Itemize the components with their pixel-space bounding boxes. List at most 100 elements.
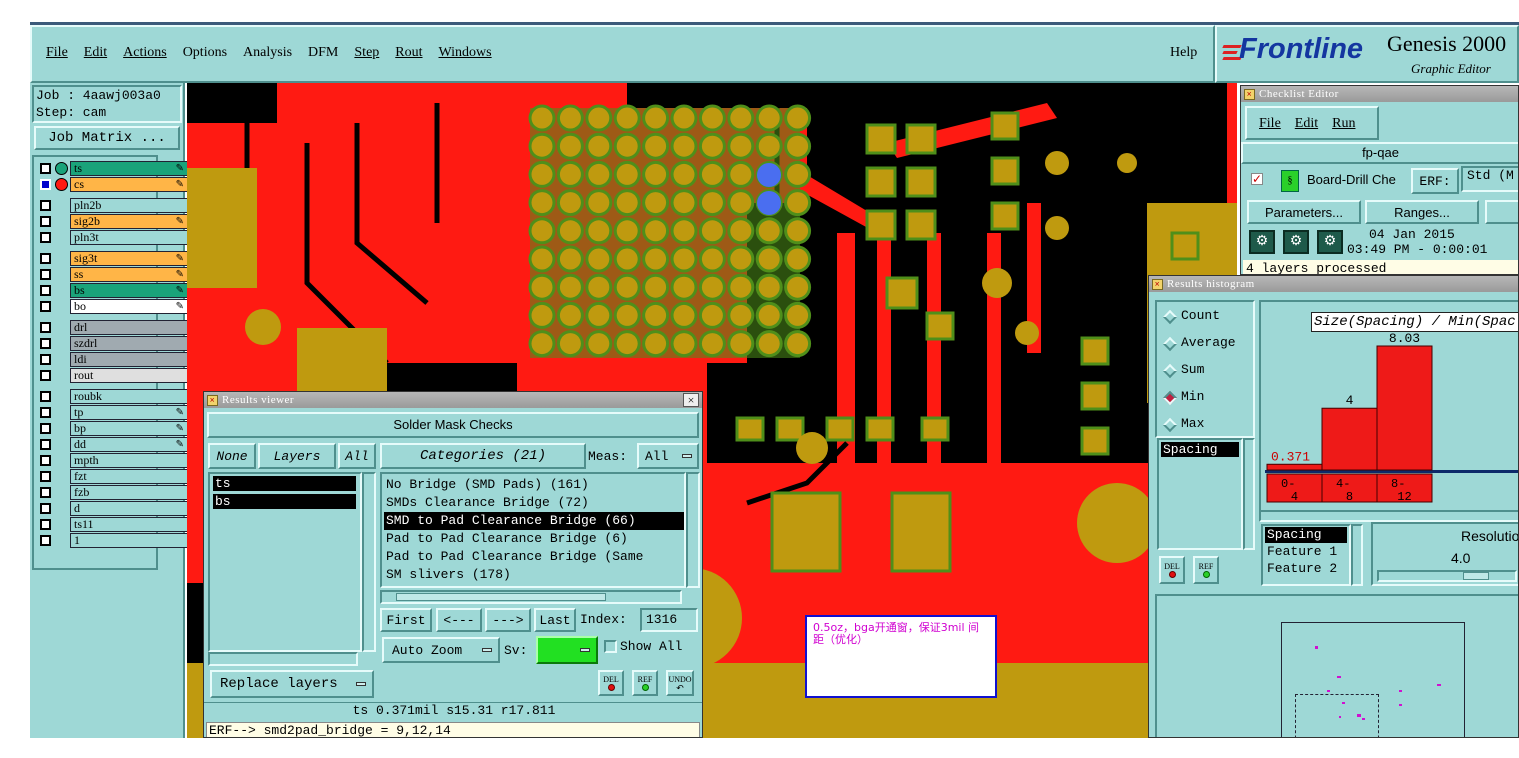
category-list-box[interactable]: No Bridge (SMD Pads) (161) SMDs Clearance… xyxy=(380,472,686,588)
histogram-titlebar[interactable]: × Results histogram xyxy=(1149,276,1518,292)
job-matrix-button[interactable]: Job Matrix ... xyxy=(34,126,180,150)
radio-icon[interactable] xyxy=(1162,417,1178,433)
hist-ref-button[interactable]: REF xyxy=(1193,556,1219,584)
layer-checkbox[interactable] xyxy=(40,370,51,381)
layer-checkbox[interactable] xyxy=(40,503,51,514)
bottom-field-item[interactable]: Feature 2 xyxy=(1265,561,1347,577)
layer-checkbox[interactable] xyxy=(40,163,51,174)
layer-row-1[interactable]: 1 xyxy=(38,533,188,548)
undo-button[interactable]: UNDO ↶ xyxy=(666,670,694,696)
first-button[interactable]: First xyxy=(380,608,432,632)
layer-row-rout[interactable]: rout xyxy=(38,368,188,383)
replace-layers-dropdown[interactable]: Replace layers xyxy=(210,670,374,698)
results-viewer-titlebar[interactable]: × Results viewer xyxy=(204,392,702,408)
layer-row-roubk[interactable]: roubk xyxy=(38,389,188,404)
layer-row-dd[interactable]: dd ✎ xyxy=(38,437,188,452)
next-button[interactable]: ---> xyxy=(485,608,531,632)
layer-checkbox[interactable] xyxy=(40,423,51,434)
run-icon-2[interactable]: ⚙ xyxy=(1283,230,1309,254)
layer-row-fzb[interactable]: fzb xyxy=(38,485,188,500)
menu-step[interactable]: Step xyxy=(354,45,379,60)
window-menu-icon[interactable]: × xyxy=(1152,279,1163,290)
checklist-titlebar[interactable]: × Checklist Editor xyxy=(1241,86,1518,102)
mode-option-count[interactable]: Count xyxy=(1162,308,1253,326)
layer-row-fzt[interactable]: fzt xyxy=(38,469,188,484)
del-button[interactable]: DEL xyxy=(598,670,624,696)
layer-row-tp[interactable]: tp ✎ xyxy=(38,405,188,420)
run-icon-1[interactable]: ⚙ xyxy=(1249,230,1275,254)
top-field-scrollbar[interactable] xyxy=(1243,438,1255,550)
meas-dropdown[interactable]: All xyxy=(637,443,699,469)
layer-checkbox[interactable] xyxy=(40,322,51,333)
histogram-bar[interactable] xyxy=(1266,463,1323,471)
menu-edit[interactable]: Edit xyxy=(84,45,107,60)
category-item[interactable]: SMDs Clearance Bridge (72) xyxy=(384,494,684,512)
window-menu-icon[interactable]: × xyxy=(207,395,218,406)
layer-list-scrollbar[interactable] xyxy=(362,472,376,652)
bottom-field-item[interactable]: Feature 1 xyxy=(1265,544,1347,560)
category-item[interactable]: Pad to Pad Clearance Bridge (Same xyxy=(384,548,684,566)
layer-checkbox[interactable] xyxy=(40,439,51,450)
layer-row-mpth[interactable]: mpth xyxy=(38,453,188,468)
result-layer-item[interactable]: bs xyxy=(213,494,356,509)
layer-checkbox[interactable] xyxy=(40,535,51,546)
histogram-bar[interactable] xyxy=(1321,407,1378,471)
layer-checkbox[interactable] xyxy=(40,354,51,365)
layer-row-szdrl[interactable]: szdrl xyxy=(38,336,188,351)
category-item[interactable]: SM slivers (178) xyxy=(384,566,684,584)
category-item[interactable]: No Bridge (SMD Pads) (161) xyxy=(384,476,684,494)
check-enabled-icon[interactable]: ✓ xyxy=(1251,173,1263,185)
bottom-field-list[interactable]: Spacing Feature 1 Feature 2 xyxy=(1261,524,1351,586)
layer-row-cs[interactable]: cs ✎ xyxy=(38,177,188,192)
menu-help[interactable]: Help xyxy=(1170,45,1197,61)
window-menu-icon[interactable]: × xyxy=(1244,89,1255,100)
layer-row-sig2b[interactable]: sig2b ✎ xyxy=(38,214,188,229)
category-scrollbar[interactable] xyxy=(686,472,700,588)
layer-checkbox[interactable] xyxy=(40,285,51,296)
bottom-field-item[interactable]: Spacing xyxy=(1265,527,1347,543)
layer-checkbox[interactable] xyxy=(40,487,51,498)
auto-zoom-dropdown[interactable]: Auto Zoom xyxy=(382,637,500,663)
index-input[interactable]: 1316 xyxy=(640,608,698,632)
mode-option-max[interactable]: Max xyxy=(1162,416,1253,434)
mode-option-sum[interactable]: Sum xyxy=(1162,362,1253,380)
histogram-bar[interactable] xyxy=(1376,345,1433,471)
resolution-slider-thumb[interactable] xyxy=(1463,572,1489,580)
layers-button[interactable]: Layers xyxy=(258,443,336,469)
categories-button[interactable]: Categories (21) xyxy=(380,443,586,469)
layer-checkbox[interactable] xyxy=(40,200,51,211)
layer-checkbox[interactable] xyxy=(40,179,51,190)
prev-button[interactable]: <--- xyxy=(436,608,482,632)
board-drill-check-icon[interactable]: § xyxy=(1281,170,1299,192)
layer-checkbox[interactable] xyxy=(40,391,51,402)
layer-checkbox[interactable] xyxy=(40,269,51,280)
mode-option-min[interactable]: Min xyxy=(1162,389,1253,407)
layer-checkbox[interactable] xyxy=(40,407,51,418)
layer-row-ts[interactable]: ts ✎ xyxy=(38,161,188,176)
annotation-note[interactable]: 0.5oz，bga开通窗，保证3mil 间距（优化） xyxy=(805,615,997,698)
layer-row-bp[interactable]: bp ✎ xyxy=(38,421,188,436)
layer-row-pln3t[interactable]: pln3t xyxy=(38,230,188,245)
layer-row-d[interactable]: d xyxy=(38,501,188,516)
menu-options[interactable]: Options xyxy=(183,45,227,60)
menu-rout[interactable]: Rout xyxy=(395,45,422,60)
last-button[interactable]: Last xyxy=(534,608,576,632)
layer-checkbox[interactable] xyxy=(40,216,51,227)
erf-button[interactable]: ERF: xyxy=(1411,168,1459,194)
layer-checkbox[interactable] xyxy=(40,232,51,243)
layer-row-pln2b[interactable]: pln2b xyxy=(38,198,188,213)
layer-row-drl[interactable]: drl xyxy=(38,320,188,335)
layer-row-bo[interactable]: bo ✎ xyxy=(38,299,188,314)
menu-actions[interactable]: Actions xyxy=(123,45,167,60)
category-hscrollbar[interactable] xyxy=(380,590,682,604)
menu-file[interactable]: File xyxy=(46,45,68,60)
sv-color-dropdown[interactable] xyxy=(536,636,598,664)
layer-checkbox[interactable] xyxy=(40,253,51,264)
parameters-button[interactable]: Parameters... xyxy=(1247,200,1361,224)
erf-value[interactable]: Std (M xyxy=(1461,166,1518,192)
hist-del-button[interactable]: DEL xyxy=(1159,556,1185,584)
layer-row-bs[interactable]: bs ✎ xyxy=(38,283,188,298)
mode-option-average[interactable]: Average xyxy=(1162,335,1253,353)
layer-checkbox[interactable] xyxy=(40,471,51,482)
histogram-hscrollbar[interactable] xyxy=(1259,510,1518,522)
